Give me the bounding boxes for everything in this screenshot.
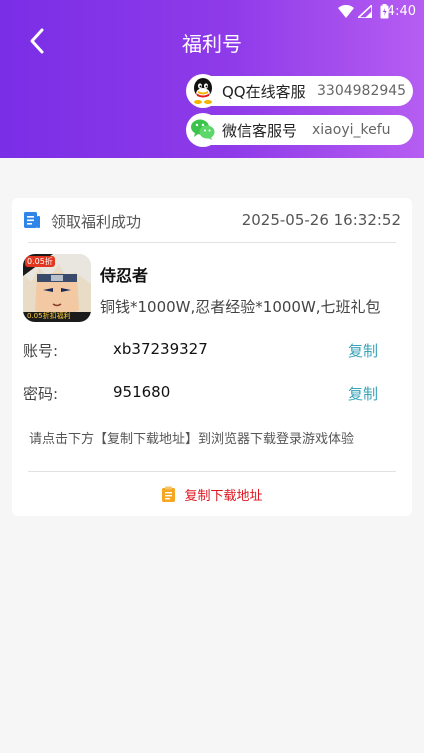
clipboard-icon: [162, 486, 176, 502]
qq-service-pill[interactable]: QQ在线客服 3304982945: [186, 74, 413, 108]
download-hint: 请点击下方【复制下载地址】到浏览器下载登录游戏体验: [29, 432, 355, 447]
account-value: xb37239327: [113, 340, 208, 358]
discount-banner: 0.05折扣福利: [27, 312, 71, 320]
copy-password-button[interactable]: 复制: [348, 383, 378, 404]
wechat-service-label: 微信客服号: [222, 121, 298, 140]
claim-status: 领取福利成功: [51, 213, 142, 231]
discount-badge: 0.05折: [25, 256, 55, 267]
claim-datetime: 2025-05-26 16:32:52: [241, 211, 401, 229]
divider: [28, 471, 396, 472]
account-label: 账号:: [23, 342, 59, 360]
status-bar: 4:40: [0, 0, 424, 24]
card-header: 领取福利成功 2025-05-26 16:32:52: [23, 209, 401, 235]
game-icon-image: 0.05折 0.05折扣福利: [23, 254, 91, 322]
header-banner: 4:40 福利号 QQ在线客服 3304982945 微信客服号 xiaoyi_…: [0, 0, 424, 158]
password-value: 951680: [113, 383, 171, 401]
qq-icon: [186, 74, 220, 108]
document-icon: [24, 212, 40, 228]
wechat-service-pill[interactable]: 微信客服号 xiaoyi_kefu: [186, 113, 413, 147]
divider: [28, 242, 396, 243]
copy-account-button[interactable]: 复制: [348, 340, 378, 361]
copy-download-link-button[interactable]: 复制下载地址: [12, 485, 412, 504]
qq-service-label: QQ在线客服: [222, 82, 306, 101]
wechat-icon: [186, 113, 220, 147]
copy-download-link-label: 复制下载地址: [184, 489, 263, 504]
game-rewards: 铜钱*1000W,忍者经验*1000W,七班礼包: [100, 298, 381, 316]
page-title: 福利号: [182, 32, 242, 56]
password-label: 密码:: [23, 385, 59, 403]
wifi-icon: [338, 5, 354, 18]
status-time: 4:40: [386, 4, 416, 19]
game-name: 侍忍者: [100, 266, 149, 285]
qq-number: 3304982945: [317, 83, 407, 99]
wechat-id: xiaoyi_kefu: [312, 122, 391, 138]
welfare-card: 领取福利成功 2025-05-26 16:32:52 0.05折 0.05折扣福…: [12, 198, 412, 516]
signal-icon: [358, 5, 372, 18]
